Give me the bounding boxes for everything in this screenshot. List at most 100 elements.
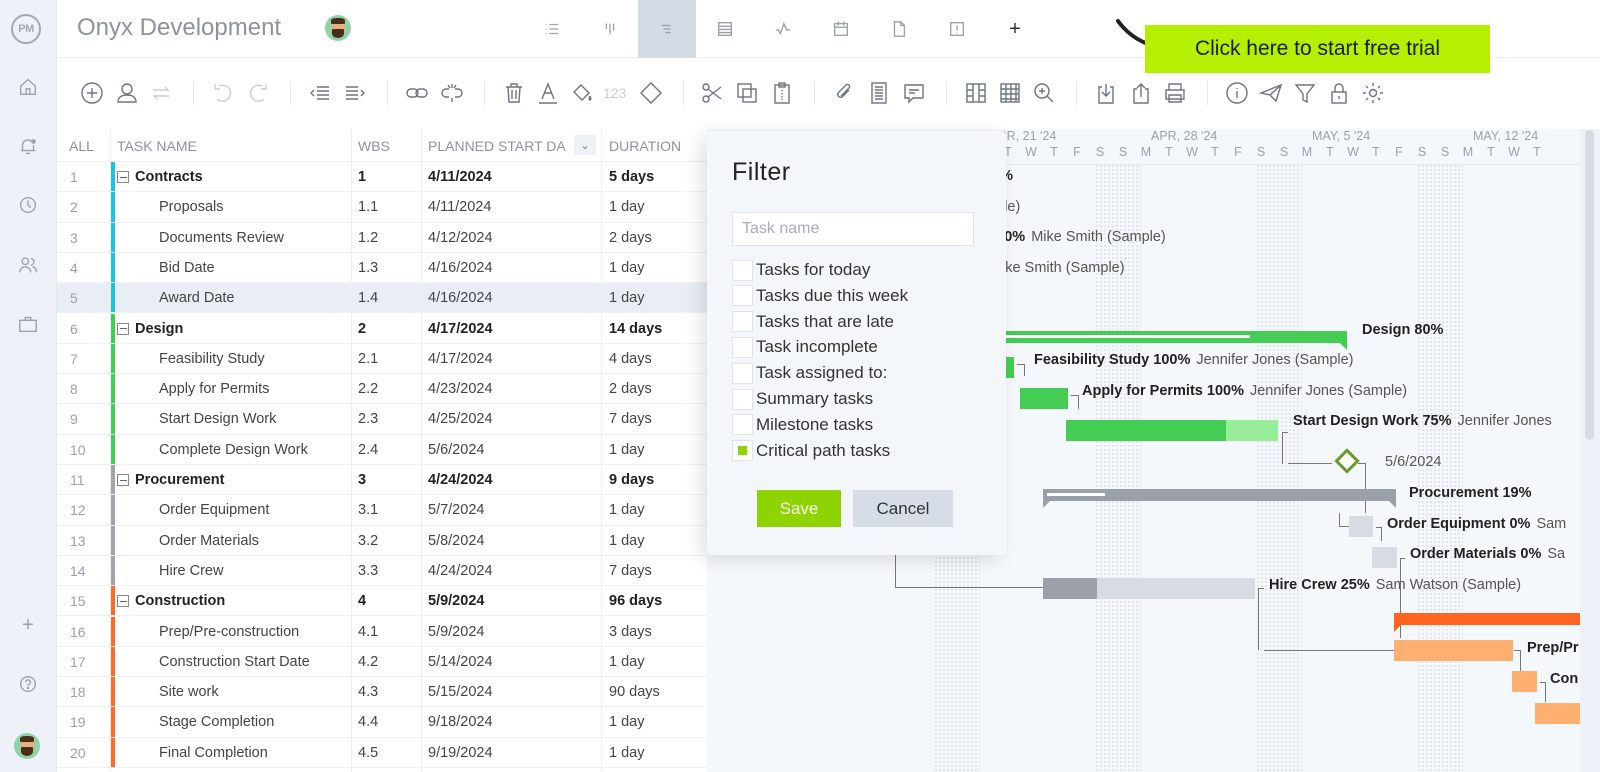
recurring-icon[interactable] (147, 79, 175, 107)
task-start[interactable]: 4/11/2024 (428, 169, 492, 185)
filter-option[interactable]: Milestone tasks (732, 413, 873, 437)
task-name[interactable]: Apply for Permits (159, 381, 269, 397)
columns-icon[interactable] (962, 79, 990, 107)
order-equipment-bar[interactable] (1349, 516, 1373, 537)
comment-icon[interactable] (900, 79, 928, 107)
task-start[interactable]: 5/9/2024 (428, 593, 484, 609)
start-design-work-remaining[interactable] (1226, 420, 1278, 441)
task-duration[interactable]: 2 days (609, 230, 652, 246)
task-name[interactable]: Complete Design Work (159, 442, 308, 458)
outdent-icon[interactable] (306, 79, 334, 107)
task-start[interactable]: 4/17/2024 (428, 321, 493, 337)
hire-crew-remaining[interactable] (1097, 578, 1255, 599)
task-name[interactable]: Construction (135, 593, 225, 609)
print-icon[interactable] (1161, 79, 1189, 107)
hire-crew-bar[interactable] (1043, 578, 1097, 599)
delete-icon[interactable] (500, 79, 528, 107)
column-header-all[interactable]: ALL (69, 138, 94, 154)
checkbox[interactable] (732, 336, 753, 358)
task-duration[interactable]: 1 day (609, 442, 644, 458)
procurement-progress-stripe[interactable] (1047, 493, 1105, 496)
task-start[interactable]: 5/15/2024 (428, 684, 493, 700)
task-start[interactable]: 5/6/2024 (428, 442, 484, 458)
task-name[interactable]: Hire Crew (159, 563, 223, 579)
task-name[interactable]: Bid Date (159, 260, 215, 276)
task-name[interactable]: Design (135, 321, 183, 337)
task-name[interactable]: Proposals (159, 199, 223, 215)
save-button[interactable]: Save (757, 490, 841, 527)
checkbox[interactable] (732, 388, 753, 410)
task-duration[interactable]: 1 day (609, 533, 644, 549)
cancel-button[interactable]: Cancel (853, 490, 953, 527)
task-start[interactable]: 5/7/2024 (428, 502, 484, 518)
task-duration[interactable]: 7 days (609, 563, 652, 579)
task-start[interactable]: 4/23/2024 (428, 381, 493, 397)
order-materials-bar[interactable] (1372, 547, 1397, 568)
prep-pre-construction-bar[interactable] (1394, 640, 1513, 661)
task-duration[interactable]: 9 days (609, 472, 654, 488)
cut-icon[interactable] (698, 79, 726, 107)
task-name[interactable]: Order Materials (159, 533, 259, 549)
task-row[interactable]: 3 Documents Review 1.2 4/12/2024 2 days (57, 222, 707, 253)
task-start[interactable]: 4/24/2024 (428, 472, 493, 488)
task-start[interactable]: 4/17/2024 (428, 351, 493, 367)
task-row[interactable]: 20 Final Completion 4.5 9/19/2024 1 day (57, 737, 707, 768)
task-duration[interactable]: 1 day (609, 745, 644, 761)
filter-option[interactable]: Tasks for today (732, 258, 870, 282)
task-duration[interactable]: 14 days (609, 321, 662, 337)
start-design-work-bar[interactable] (1066, 420, 1226, 441)
checkbox[interactable] (732, 259, 753, 281)
task-start[interactable]: 4/11/2024 (428, 199, 491, 215)
tab-files-view[interactable] (870, 0, 928, 58)
task-start[interactable]: 4/16/2024 (428, 290, 493, 306)
task-duration[interactable]: 2 days (609, 381, 652, 397)
project-owner-avatar[interactable] (325, 15, 351, 41)
task-name[interactable]: Stage Completion (159, 714, 274, 730)
task-start[interactable]: 4/16/2024 (428, 260, 493, 276)
task-row[interactable]: 18 Site work 4.3 5/15/2024 90 days (57, 677, 707, 708)
filter-option[interactable]: Task assigned to: (732, 361, 887, 385)
send-icon[interactable] (1257, 79, 1285, 107)
task-name[interactable]: Prep/Pre-construction (159, 624, 299, 640)
column-header-wbs[interactable]: WBS (358, 138, 390, 154)
task-duration[interactable]: 1 day (609, 502, 644, 518)
task-duration[interactable]: 5 days (609, 169, 654, 185)
task-start[interactable]: 9/18/2024 (428, 714, 493, 730)
task-name[interactable]: Procurement (135, 472, 224, 488)
filter-option[interactable]: Tasks that are late (732, 310, 894, 334)
apply-for-permits-bar[interactable] (1020, 388, 1068, 409)
add-icon[interactable]: + (14, 611, 42, 639)
task-duration[interactable]: 3 days (609, 624, 652, 640)
grid-icon[interactable] (996, 79, 1024, 107)
tab-dashboard-view[interactable] (754, 0, 812, 58)
task-start[interactable]: 4/25/2024 (428, 411, 493, 427)
undo-icon[interactable] (209, 79, 237, 107)
indent-icon[interactable] (341, 79, 369, 107)
column-header-duration[interactable]: DURATION (609, 138, 681, 154)
filter-option[interactable]: Critical path tasks (732, 439, 890, 463)
lock-icon[interactable] (1325, 79, 1353, 107)
task-duration[interactable]: 1 day (609, 714, 644, 730)
people-icon[interactable] (14, 251, 42, 279)
checkbox[interactable] (732, 285, 753, 307)
summary-task-row[interactable]: 11 Procurement 3 4/24/2024 9 days (57, 465, 707, 496)
task-row[interactable]: 9 Start Design Work 2.3 4/25/2024 7 days (57, 404, 707, 435)
site-work-bar[interactable] (1535, 703, 1580, 724)
task-name[interactable]: Documents Review (159, 230, 284, 246)
task-row[interactable]: 17 Construction Start Date 4.2 5/14/2024 1 d… (57, 646, 707, 678)
task-row[interactable]: 4 Bid Date 1.3 4/16/2024 1 day (57, 252, 707, 284)
tab-board-view[interactable] (581, 0, 639, 58)
task-row[interactable]: 7 Feasibility Study 2.1 4/17/2024 4 days (57, 343, 707, 375)
help-icon[interactable] (14, 670, 42, 698)
task-row[interactable]: 12 Order Equipment 3.1 5/7/2024 1 day (57, 495, 707, 526)
design-progress-stripe[interactable] (1000, 335, 1250, 338)
task-duration[interactable]: 90 days (609, 684, 660, 700)
task-row[interactable]: 16 Prep/Pre-construction 4.1 5/9/2024 3 days (57, 616, 707, 647)
task-start[interactable]: 4/12/2024 (428, 230, 493, 246)
task-row[interactable]: 5 Award Date 1.4 4/16/2024 1 day (57, 283, 707, 314)
assign-user-icon[interactable] (113, 79, 141, 107)
fill-color-icon[interactable] (568, 79, 596, 107)
settings-icon[interactable] (1359, 79, 1387, 107)
tab-list-view[interactable] (523, 0, 581, 58)
task-start[interactable]: 9/19/2024 (428, 745, 493, 761)
